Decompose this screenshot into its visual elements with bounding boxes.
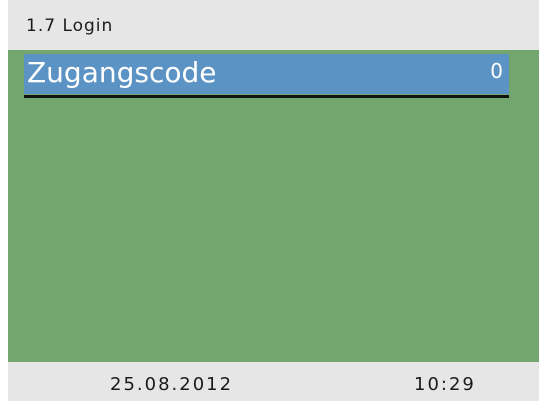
menu-item-label: Zugangscode bbox=[27, 56, 217, 89]
menu-item-zugangscode[interactable]: Zugangscode 0 bbox=[24, 54, 509, 94]
access-code-value[interactable]: 0 bbox=[490, 56, 503, 86]
time-display: 10:29 bbox=[414, 374, 476, 395]
selection-underline bbox=[24, 95, 509, 98]
device-screen: 1.7 Login Zugangscode 0 25.08.2012 10:29 bbox=[8, 0, 539, 401]
title-bar: 1.7 Login bbox=[8, 0, 539, 50]
page-title: 1.7 Login bbox=[26, 16, 114, 36]
date-display: 25.08.2012 bbox=[110, 374, 234, 395]
status-bar: 25.08.2012 10:29 bbox=[8, 362, 539, 401]
